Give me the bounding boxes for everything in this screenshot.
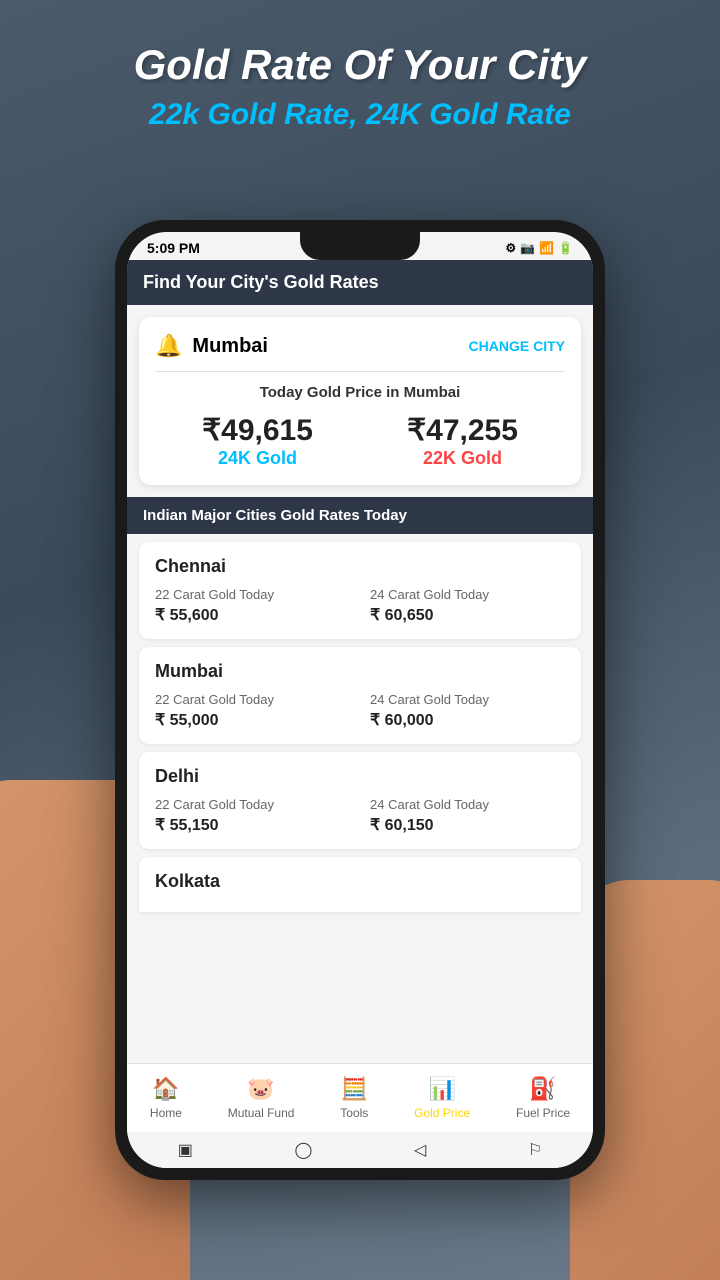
- mumbai-22k-price: ₹ 55,000: [155, 710, 350, 730]
- android-square-btn[interactable]: ▣: [178, 1140, 193, 1160]
- tools-icon: 🧮: [341, 1076, 368, 1102]
- city-row-chennai[interactable]: Chennai 22 Carat Gold Today ₹ 55,600 24 …: [139, 542, 581, 639]
- nav-gold-price-label: Gold Price: [414, 1106, 470, 1120]
- city-row-prices-chennai: 22 Carat Gold Today ₹ 55,600 24 Carat Go…: [155, 587, 565, 625]
- selected-city-name: Mumbai: [192, 335, 268, 358]
- mumbai-24k: 24 Carat Gold Today ₹ 60,000: [370, 692, 565, 730]
- status-time: 5:09 PM: [147, 240, 200, 256]
- phone-notch: [300, 232, 420, 260]
- price-24k-value: ₹49,615: [202, 413, 313, 448]
- signal-icon: 📶: [539, 241, 554, 255]
- price-22k-value: ₹47,255: [407, 413, 518, 448]
- camera-icon: 📷: [520, 241, 535, 255]
- mumbai-24k-price: ₹ 60,000: [370, 710, 565, 730]
- delhi-24k-label: 24 Carat Gold Today: [370, 797, 565, 812]
- cities-section-header: Indian Major Cities Gold Rates Today: [127, 497, 593, 534]
- chennai-24k: 24 Carat Gold Today ₹ 60,650: [370, 587, 565, 625]
- price-24k-label: 24K Gold: [202, 448, 313, 469]
- fuel-price-icon: ⛽: [529, 1076, 556, 1102]
- android-nav-bar: ▣ ◯ ◁ ⚐: [127, 1132, 593, 1168]
- nav-home-label: Home: [150, 1106, 182, 1120]
- mutual-fund-icon: 🐷: [247, 1076, 274, 1102]
- bottom-navigation: 🏠 Home 🐷 Mutual Fund 🧮 Tools 📊 Gold Pric…: [127, 1063, 593, 1132]
- nav-fuel-price[interactable]: ⛽ Fuel Price: [506, 1072, 580, 1124]
- price-item-24k: ₹49,615 24K Gold: [202, 413, 313, 469]
- app-header-section: Gold Rate Of Your City 22k Gold Rate, 24…: [0, 40, 720, 132]
- chennai-24k-label: 24 Carat Gold Today: [370, 587, 565, 602]
- status-icons: ⚙ 📷 📶 🔋: [505, 241, 573, 255]
- delhi-22k-price: ₹ 55,150: [155, 815, 350, 835]
- nav-mutual-fund-label: Mutual Fund: [228, 1106, 295, 1120]
- today-gold-title: Today Gold Price in Mumbai: [155, 384, 565, 401]
- city-row-prices-delhi: 22 Carat Gold Today ₹ 55,150 24 Carat Go…: [155, 797, 565, 835]
- card-divider: [155, 371, 565, 372]
- city-row-delhi[interactable]: Delhi 22 Carat Gold Today ₹ 55,150 24 Ca…: [139, 752, 581, 849]
- nav-tools-label: Tools: [340, 1106, 368, 1120]
- home-icon: 🏠: [152, 1076, 179, 1102]
- app-bar-title: Find Your City's Gold Rates: [143, 272, 379, 292]
- city-gold-card: 🔔 Mumbai CHANGE CITY Today Gold Price in…: [139, 317, 581, 485]
- chennai-22k-price: ₹ 55,600: [155, 605, 350, 625]
- city-row-name-chennai: Chennai: [155, 556, 565, 577]
- wifi-icon: ⚙: [505, 241, 516, 255]
- nav-mutual-fund[interactable]: 🐷 Mutual Fund: [218, 1072, 305, 1124]
- chennai-22k: 22 Carat Gold Today ₹ 55,600: [155, 587, 350, 625]
- gold-price-icon: 📊: [428, 1076, 455, 1102]
- city-row-kolkata[interactable]: Kolkata: [139, 857, 581, 912]
- cities-list: Chennai 22 Carat Gold Today ₹ 55,600 24 …: [127, 534, 593, 1063]
- phone-device: 5:09 PM ⚙ 📷 📶 🔋 Find Your City's Gold Ra…: [115, 220, 605, 1180]
- city-name-row: 🔔 Mumbai: [155, 333, 268, 359]
- chennai-24k-price: ₹ 60,650: [370, 605, 565, 625]
- nav-gold-price[interactable]: 📊 Gold Price: [404, 1072, 480, 1124]
- price-row: ₹49,615 24K Gold ₹47,255 22K Gold: [155, 413, 565, 469]
- delhi-24k: 24 Carat Gold Today ₹ 60,150: [370, 797, 565, 835]
- delhi-22k: 22 Carat Gold Today ₹ 55,150: [155, 797, 350, 835]
- phone-screen: 5:09 PM ⚙ 📷 📶 🔋 Find Your City's Gold Ra…: [127, 232, 593, 1168]
- android-home-btn[interactable]: ◯: [294, 1140, 312, 1160]
- android-back-btn[interactable]: ◁: [414, 1140, 426, 1160]
- change-city-button[interactable]: CHANGE CITY: [469, 338, 565, 354]
- city-card-header: 🔔 Mumbai CHANGE CITY: [155, 333, 565, 359]
- mumbai-24k-label: 24 Carat Gold Today: [370, 692, 565, 707]
- android-menu-btn[interactable]: ⚐: [528, 1140, 542, 1160]
- chennai-22k-label: 22 Carat Gold Today: [155, 587, 350, 602]
- main-title: Gold Rate Of Your City: [0, 40, 720, 90]
- mumbai-22k: 22 Carat Gold Today ₹ 55,000: [155, 692, 350, 730]
- city-row-name-kolkata: Kolkata: [155, 871, 565, 892]
- city-row-mumbai[interactable]: Mumbai 22 Carat Gold Today ₹ 55,000 24 C…: [139, 647, 581, 744]
- nav-tools[interactable]: 🧮 Tools: [330, 1072, 378, 1124]
- battery-icon: 🔋: [558, 241, 573, 255]
- nav-home[interactable]: 🏠 Home: [140, 1072, 192, 1124]
- main-subtitle: 22k Gold Rate, 24K Gold Rate: [0, 98, 720, 132]
- city-row-name-mumbai: Mumbai: [155, 661, 565, 682]
- delhi-24k-price: ₹ 60,150: [370, 815, 565, 835]
- app-bar: Find Your City's Gold Rates: [127, 260, 593, 305]
- city-row-prices-mumbai: 22 Carat Gold Today ₹ 55,000 24 Carat Go…: [155, 692, 565, 730]
- bell-icon: 🔔: [155, 333, 182, 359]
- nav-fuel-price-label: Fuel Price: [516, 1106, 570, 1120]
- delhi-22k-label: 22 Carat Gold Today: [155, 797, 350, 812]
- price-item-22k: ₹47,255 22K Gold: [407, 413, 518, 469]
- city-row-name-delhi: Delhi: [155, 766, 565, 787]
- mumbai-22k-label: 22 Carat Gold Today: [155, 692, 350, 707]
- price-22k-label: 22K Gold: [407, 448, 518, 469]
